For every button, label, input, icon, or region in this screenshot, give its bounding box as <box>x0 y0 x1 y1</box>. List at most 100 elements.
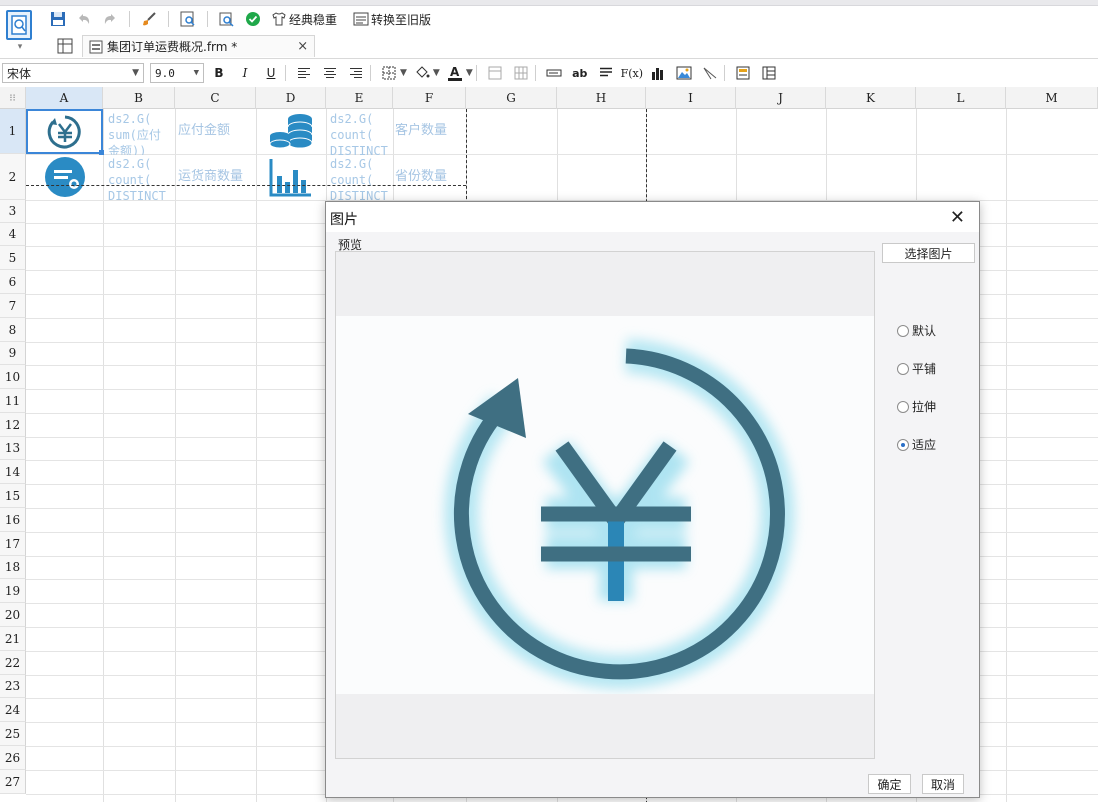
cell-b1[interactable]: ds2.G( sum(应付 金额)) <box>108 111 176 155</box>
ok-button[interactable]: 确定 <box>868 774 911 794</box>
radio-stretch-circle[interactable] <box>897 400 909 413</box>
underline-button[interactable]: U <box>260 63 282 83</box>
fill-handle[interactable] <box>99 150 104 155</box>
chevron-down-icon[interactable]: ▼ <box>400 68 407 78</box>
preview-button[interactable] <box>178 9 198 29</box>
radio-fit[interactable]: 适应 <box>897 436 936 453</box>
cell-c2[interactable]: 运货商数量 <box>178 169 256 189</box>
row-header-14[interactable]: 14 <box>0 460 26 484</box>
row-header-22[interactable]: 22 <box>0 651 26 675</box>
align-center-button[interactable] <box>319 63 341 83</box>
insert-chart-button[interactable] <box>647 63 669 83</box>
row-header-23[interactable]: 23 <box>0 675 26 698</box>
row-header-10[interactable]: 10 <box>0 365 26 389</box>
cell-e1[interactable]: ds2.G( count( DISTINCT <box>330 111 392 155</box>
column-header-k[interactable]: K <box>826 87 916 109</box>
row-header-9[interactable]: 9 <box>0 342 26 365</box>
italic-button[interactable]: I <box>234 63 256 83</box>
column-header-d[interactable]: D <box>256 87 326 109</box>
bold-button[interactable]: B <box>208 63 230 83</box>
column-header-h[interactable]: H <box>557 87 646 109</box>
row-header-19[interactable]: 19 <box>0 579 26 603</box>
choose-image-button[interactable]: 选择图片 <box>882 243 975 263</box>
insert-textbox-button[interactable] <box>543 63 565 83</box>
grid-icon[interactable] <box>56 37 74 55</box>
close-icon[interactable]: × <box>297 39 308 54</box>
align-left-button[interactable] <box>293 63 315 83</box>
row-header-4[interactable]: 4 <box>0 223 26 246</box>
undo-button[interactable] <box>74 9 94 29</box>
radio-tile-circle[interactable] <box>897 362 909 375</box>
row-header-26[interactable]: 26 <box>0 746 26 770</box>
cell-f2[interactable]: 省份数量 <box>395 169 465 189</box>
column-header-g[interactable]: G <box>466 87 557 109</box>
redo-button[interactable] <box>100 9 120 29</box>
check-button[interactable] <box>243 9 263 29</box>
column-header-l[interactable]: L <box>916 87 1006 109</box>
row-header-27[interactable]: 27 <box>0 770 26 794</box>
cell-a2-shipping-icon[interactable] <box>30 155 100 199</box>
cancel-button[interactable]: 取消 <box>922 774 964 794</box>
insert-slash-button[interactable] <box>699 63 721 83</box>
insert-rich-text-button[interactable] <box>595 63 617 83</box>
save-button[interactable] <box>48 9 68 29</box>
close-icon[interactable]: ✕ <box>950 207 965 228</box>
column-header-e[interactable]: E <box>326 87 393 109</box>
row-header-1[interactable]: 1 <box>0 109 26 154</box>
cell-f1[interactable]: 客户数量 <box>395 123 465 143</box>
chevron-down-icon[interactable]: ▼ <box>433 68 440 78</box>
border-button[interactable] <box>378 63 400 83</box>
column-header-b[interactable]: B <box>103 87 175 109</box>
insert-formula-button[interactable]: F(x) <box>621 63 643 83</box>
row-header-2[interactable]: 2 <box>0 154 26 200</box>
fill-color-button[interactable] <box>411 63 433 83</box>
split-cells-button[interactable] <box>510 63 532 83</box>
row-header-16[interactable]: 16 <box>0 508 26 532</box>
row-header-12[interactable]: 12 <box>0 413 26 437</box>
row-header-18[interactable]: 18 <box>0 556 26 579</box>
column-header-f[interactable]: F <box>393 87 466 109</box>
radio-default-circle[interactable] <box>897 324 909 337</box>
tab-report-file[interactable]: 集团订单运费概况.frm * × <box>82 35 316 57</box>
row-header-11[interactable]: 11 <box>0 389 26 413</box>
row-header-3[interactable]: 3 <box>0 200 26 223</box>
chevron-down-icon[interactable]: ▼ <box>466 68 473 78</box>
radio-stretch[interactable]: 拉伸 <box>897 398 936 415</box>
column-header-i[interactable]: I <box>646 87 736 109</box>
font-color-button[interactable]: A <box>444 63 466 83</box>
row-header-5[interactable]: 5 <box>0 246 26 270</box>
insert-text-button[interactable]: ab <box>569 63 591 83</box>
format-painter-button[interactable] <box>139 9 159 29</box>
row-header-13[interactable]: 13 <box>0 437 26 460</box>
row-header-21[interactable]: 21 <box>0 627 26 651</box>
row-header-25[interactable]: 25 <box>0 722 26 746</box>
column-header-c[interactable]: C <box>175 87 256 109</box>
column-header-m[interactable]: M <box>1006 87 1098 109</box>
cell-c1[interactable]: 应付金额 <box>178 123 256 143</box>
row-header-8[interactable]: 8 <box>0 318 26 342</box>
align-right-button[interactable] <box>345 63 367 83</box>
cell-d2-bar-chart-icon[interactable] <box>258 155 324 199</box>
row-header-24[interactable]: 24 <box>0 698 26 722</box>
dashboard-button[interactable] <box>758 63 780 83</box>
radio-default[interactable]: 默认 <box>897 322 936 339</box>
cell-e2[interactable]: ds2.G( count( DISTINCT <box>330 156 392 200</box>
radio-tile[interactable]: 平铺 <box>897 360 936 377</box>
app-menu-button[interactable]: ▾ <box>6 10 34 56</box>
query-button[interactable] <box>217 9 237 29</box>
row-header-6[interactable]: 6 <box>0 270 26 294</box>
select-all-corner[interactable]: ⁝⁝ <box>0 87 26 109</box>
column-header-a[interactable]: A <box>26 87 103 109</box>
column-header-j[interactable]: J <box>736 87 826 109</box>
row-header-15[interactable]: 15 <box>0 484 26 508</box>
radio-fit-circle[interactable] <box>897 438 909 451</box>
row-header-20[interactable]: 20 <box>0 603 26 627</box>
convert-old-version-button[interactable]: 转换至旧版 <box>351 9 433 29</box>
theme-button[interactable]: 经典稳重 <box>269 9 339 29</box>
font-family-select[interactable]: 宋体 ▼ <box>2 63 144 83</box>
cell-b2[interactable]: ds2.G( count( DISTINCT <box>108 156 176 200</box>
row-header-17[interactable]: 17 <box>0 532 26 556</box>
row-header-7[interactable]: 7 <box>0 294 26 318</box>
merge-cells-button[interactable] <box>484 63 506 83</box>
insert-image-button[interactable] <box>673 63 695 83</box>
